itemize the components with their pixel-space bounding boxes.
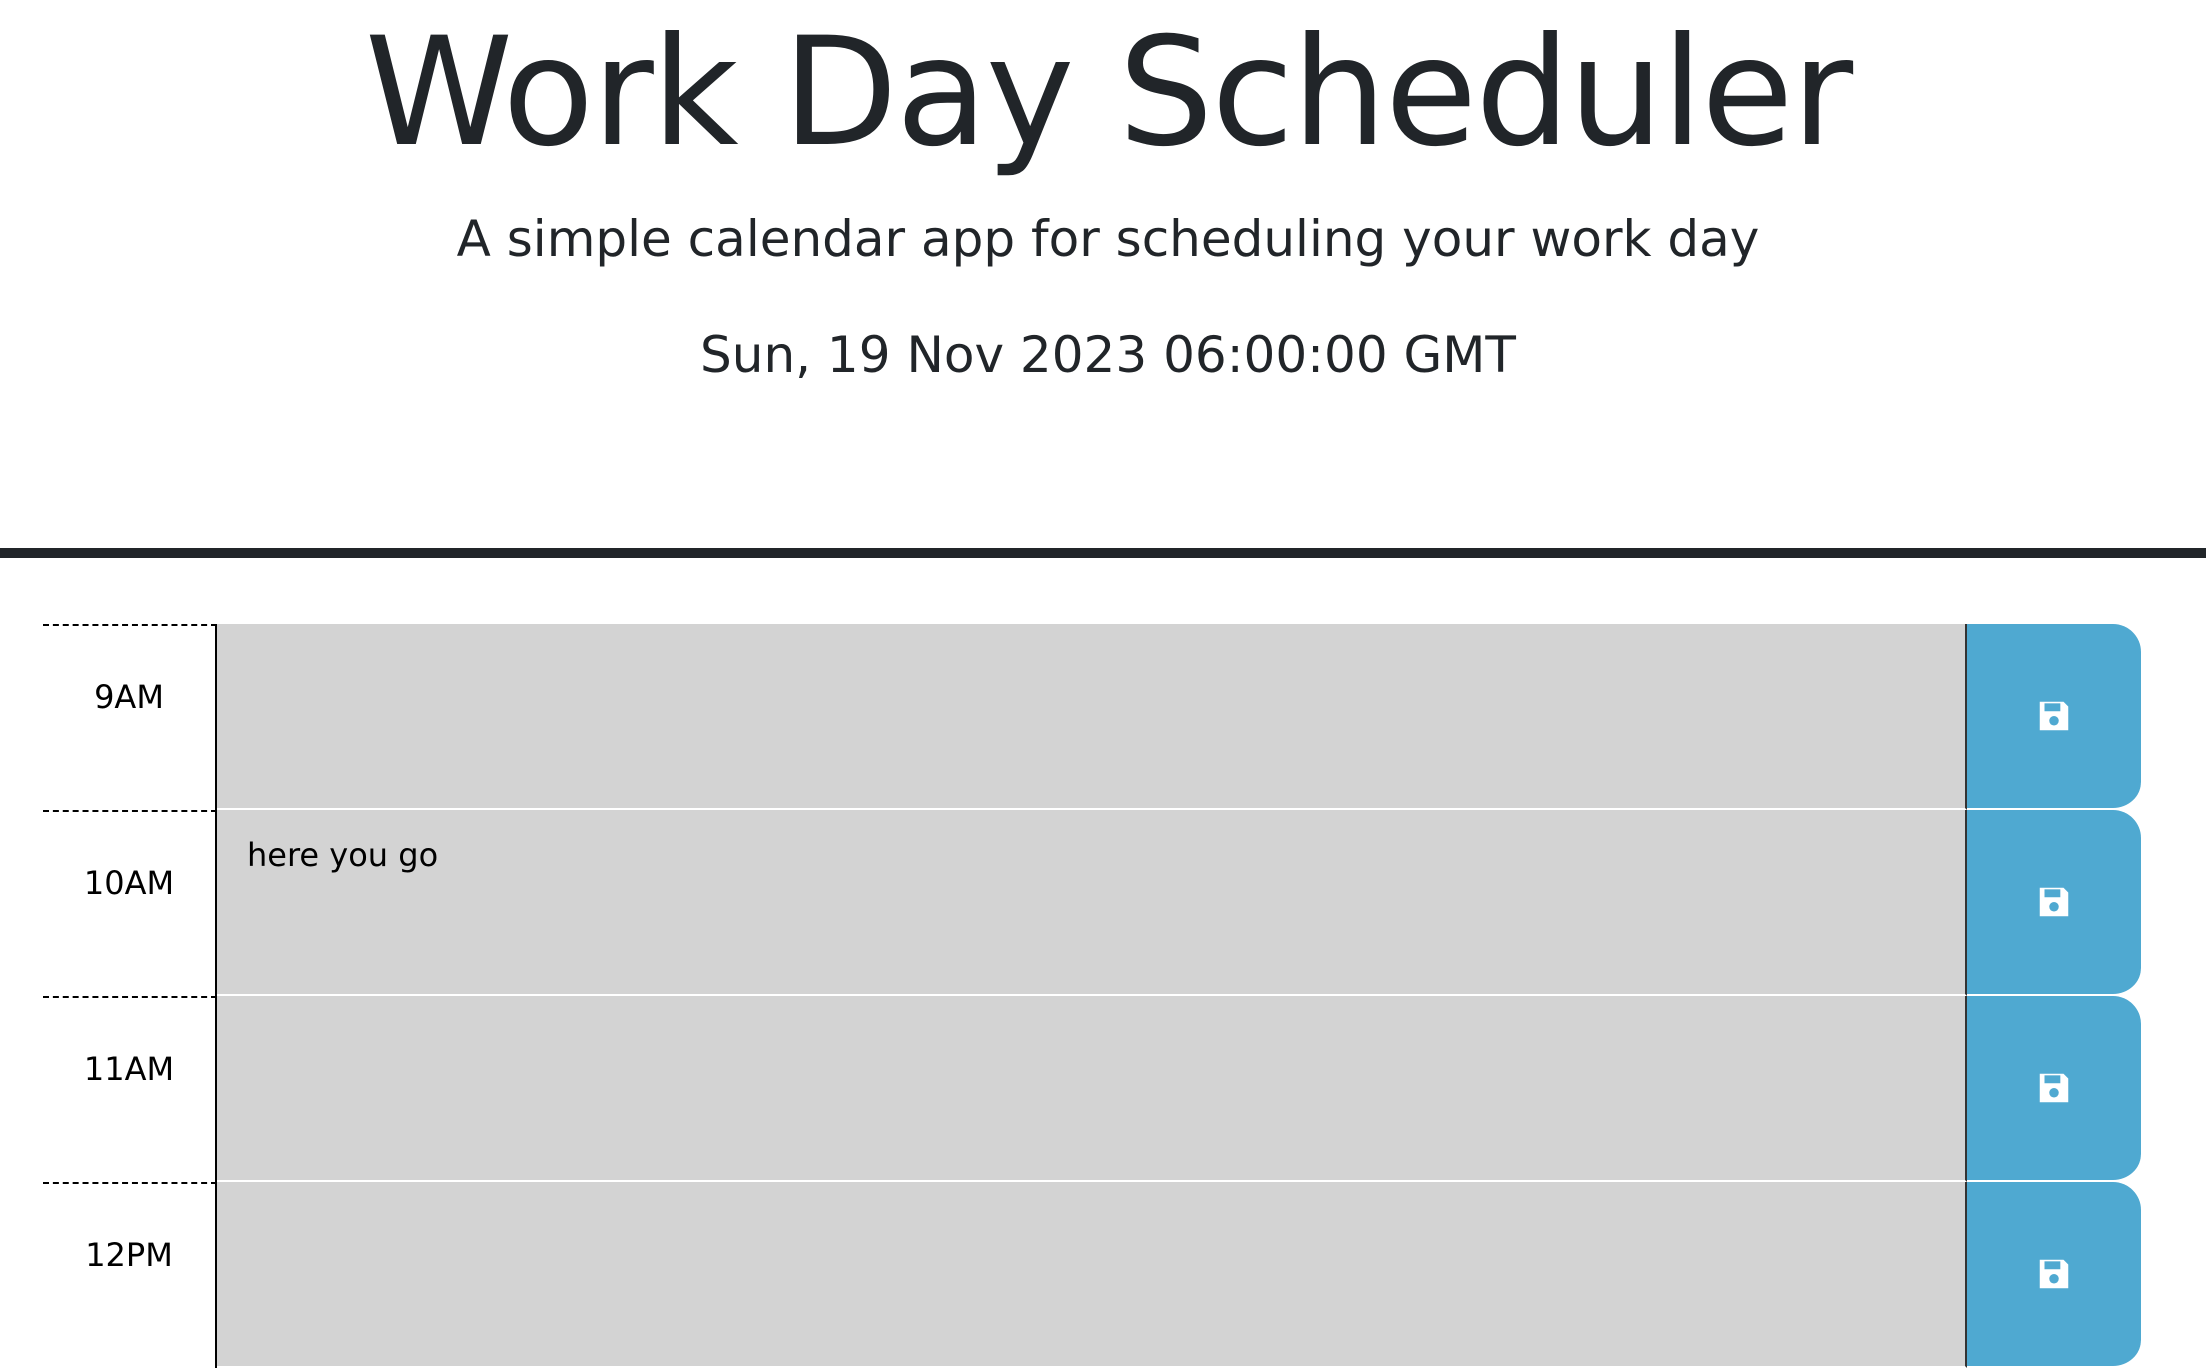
current-day: Sun, 19 Nov 2023 06:00:00 GMT — [700, 326, 1516, 384]
time-block-list: 9AM 10AM here you go 11AM 12PM — [43, 624, 2143, 1368]
floppy-disk-icon — [2039, 1073, 2069, 1103]
time-block: 9AM — [43, 624, 2143, 810]
save-button[interactable] — [1967, 624, 2141, 810]
description-input[interactable] — [217, 624, 1967, 810]
page-header: Work Day Scheduler A simple calendar app… — [0, 0, 2206, 558]
hour-label: 11AM — [43, 996, 217, 1182]
floppy-disk-icon — [2039, 887, 2069, 917]
time-block: 12PM — [43, 1182, 2143, 1368]
save-button[interactable] — [1967, 1182, 2141, 1368]
hour-label: 10AM — [43, 810, 217, 996]
floppy-disk-icon — [2039, 701, 2069, 731]
save-button[interactable] — [1967, 810, 2141, 996]
hour-label: 9AM — [43, 624, 217, 810]
time-block: 10AM here you go — [43, 810, 2143, 996]
page-subtitle: A simple calendar app for scheduling you… — [456, 210, 1760, 268]
description-input[interactable] — [217, 1182, 1967, 1368]
description-input[interactable]: here you go — [217, 810, 1967, 996]
time-block: 11AM — [43, 996, 2143, 1182]
hour-label: 12PM — [43, 1182, 217, 1368]
page-title: Work Day Scheduler — [364, 6, 1853, 180]
floppy-disk-icon — [2039, 1259, 2069, 1289]
save-button[interactable] — [1967, 996, 2141, 1182]
description-input[interactable] — [217, 996, 1967, 1182]
